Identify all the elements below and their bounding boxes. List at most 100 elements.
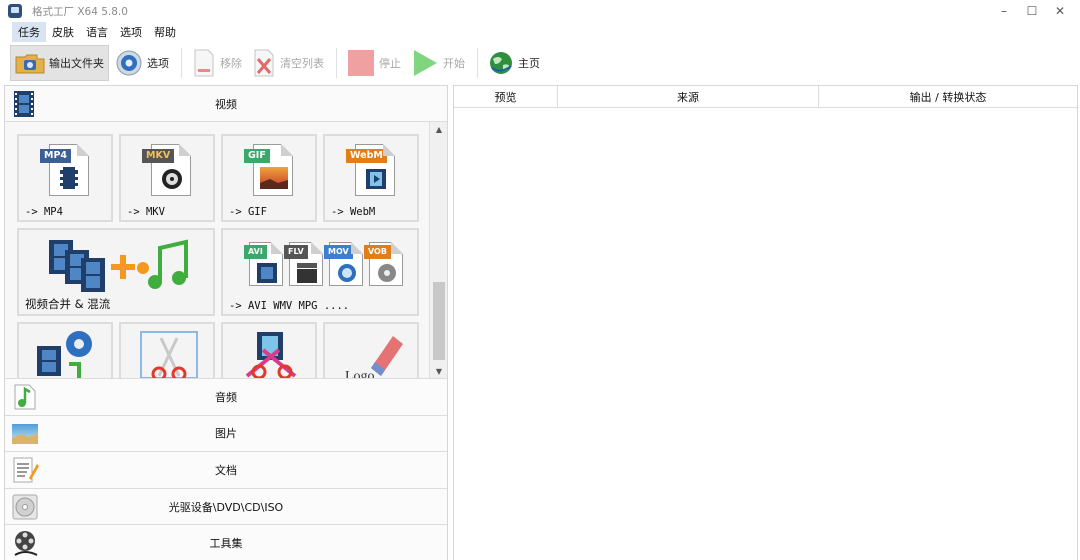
output-folder-label: 输出文件夹 <box>49 57 104 70</box>
extra-video-tool-tile[interactable] <box>119 322 215 378</box>
category-disc[interactable]: 光驱设备\DVD\CD\ISO <box>5 487 447 525</box>
options-button[interactable]: 选项 <box>111 45 173 81</box>
play-film-icon <box>366 169 386 189</box>
stop-button[interactable]: 停止 <box>343 45 405 81</box>
menu-language[interactable]: 语言 <box>80 22 114 42</box>
home-label: 主页 <box>518 57 540 70</box>
avi-file-icon: AVI <box>244 242 283 286</box>
category-image-label: 图片 <box>215 427 237 441</box>
disc-reel-icon <box>162 169 182 189</box>
video-merge-tile[interactable]: 视频合并 & 混流 <box>17 228 215 316</box>
start-button[interactable]: 开始 <box>407 45 469 81</box>
webm-file-icon: WebM <box>346 144 395 196</box>
minimize-button[interactable]: – <box>990 2 1018 20</box>
clear-list-label: 清空列表 <box>280 57 324 70</box>
category-audio-label: 音频 <box>215 390 237 404</box>
column-preview[interactable]: 预览 <box>454 86 558 107</box>
task-list-panel: 预览 来源 输出 / 转换状态 <box>453 85 1078 560</box>
output-folder-button[interactable]: 输出文件夹 <box>10 45 109 81</box>
category-list: 音频 图片 文档 光驱设备\DVD\CD\ISO 工具集 <box>5 378 447 560</box>
title-bar: 格式工厂 X64 5.8.0 – ☐ ✕ <box>0 0 1080 22</box>
mov-file-icon: MOV <box>324 242 363 286</box>
webm-tag: WebM <box>346 149 387 163</box>
tools-reel-icon <box>11 529 39 557</box>
document-icon <box>11 456 39 484</box>
convert-webm-tile[interactable]: WebM -> WebM <box>323 134 419 222</box>
scroll-down-arrow-icon[interactable]: ▼ <box>430 364 448 378</box>
task-table-header: 预览 来源 输出 / 转换状态 <box>454 86 1077 108</box>
category-video-label: 视频 <box>215 97 237 111</box>
column-output-status[interactable]: 输出 / 转换状态 <box>819 86 1077 107</box>
gear-icon <box>115 49 143 77</box>
menu-skin[interactable]: 皮肤 <box>46 22 80 42</box>
window-controls: – ☐ ✕ <box>990 2 1074 20</box>
category-image[interactable]: 图片 <box>5 414 447 452</box>
remove-button[interactable]: 移除 <box>188 45 246 81</box>
home-button[interactable]: 主页 <box>484 45 544 81</box>
flv-file-icon: FLV <box>284 242 323 286</box>
mkv-file-icon: MKV <box>142 144 191 196</box>
category-tools-label: 工具集 <box>209 537 243 551</box>
options-label: 选项 <box>147 57 169 70</box>
category-audio[interactable]: 音频 <box>5 378 447 415</box>
mp4-file-icon: MP4 <box>40 144 89 196</box>
convert-mp4-tile[interactable]: MP4 -> MP4 <box>17 134 113 222</box>
start-label: 开始 <box>443 57 465 70</box>
convert-webm-label: -> WebM <box>331 206 376 218</box>
category-document[interactable]: 文档 <box>5 451 447 488</box>
video-grid-scrollbar[interactable]: ▲ ▼ <box>429 122 447 378</box>
quicktime-icon <box>338 264 356 282</box>
film-icon <box>60 167 78 189</box>
stop-icon <box>347 49 375 77</box>
film-strip-icon <box>11 90 37 118</box>
menu-help[interactable]: 帮助 <box>148 22 182 42</box>
video-audio-icon <box>37 331 92 378</box>
convert-mp4-label: -> MP4 <box>25 206 63 218</box>
convert-multi-format-label: -> AVI WMV MPG .... <box>229 300 350 312</box>
maximize-button[interactable]: ☐ <box>1018 2 1046 20</box>
folder-icon <box>15 52 45 74</box>
clear-list-button[interactable]: 清空列表 <box>248 45 328 81</box>
column-source[interactable]: 来源 <box>558 86 819 107</box>
scrollbar-thumb[interactable] <box>433 282 445 360</box>
mp4-tag: MP4 <box>40 149 72 163</box>
extra-video-tool-tile[interactable] <box>221 322 317 378</box>
vob-tag: VOB <box>364 245 391 259</box>
avi-video-icon <box>257 263 277 283</box>
clapper-icon <box>297 263 317 283</box>
menu-options[interactable]: 选项 <box>114 22 148 42</box>
app-logo-icon <box>8 4 22 18</box>
toolbar: 输出文件夹 选项 移除 清空列表 停止 开始 主页 <box>0 44 1080 82</box>
toolbar-divider <box>477 48 478 78</box>
scroll-up-arrow-icon[interactable]: ▲ <box>430 122 448 136</box>
mkv-tag: MKV <box>142 149 175 163</box>
menu-task[interactable]: 任务 <box>12 22 46 42</box>
task-list-body[interactable] <box>454 108 1077 560</box>
toolbar-divider <box>336 48 337 78</box>
landscape-image-icon <box>11 420 39 448</box>
play-icon <box>411 49 439 77</box>
globe-icon <box>488 50 514 76</box>
clear-list-icon <box>252 49 276 77</box>
extra-video-tool-tile[interactable] <box>17 322 113 378</box>
convert-mkv-label: -> MKV <box>127 206 165 218</box>
category-tools[interactable]: 工具集 <box>5 524 447 560</box>
sunset-image-icon <box>260 167 288 189</box>
convert-gif-tile[interactable]: GIF -> GIF <box>221 134 317 222</box>
toolbar-divider <box>181 48 182 78</box>
vob-file-icon: VOB <box>364 242 403 286</box>
category-video[interactable]: 视频 <box>5 86 447 122</box>
video-tool-grid: MP4 -> MP4 MKV -> MKV GIF -> GIF WebM ->… <box>5 122 429 378</box>
mov-tag: MOV <box>324 245 353 259</box>
category-document-label: 文档 <box>215 463 237 477</box>
flv-tag: FLV <box>284 245 308 259</box>
reel-icon <box>378 264 396 282</box>
avi-tag: AVI <box>244 245 267 259</box>
category-panel: 视频 MP4 -> MP4 MKV -> MKV GIF -> GIF WebM… <box>4 85 448 560</box>
stop-label: 停止 <box>379 57 401 70</box>
convert-multi-format-tile[interactable]: AVI FLV MOV VOB -> AVI WMV MPG .... <box>221 228 419 316</box>
video-merge-label: 视频合并 & 混流 <box>25 297 111 311</box>
close-button[interactable]: ✕ <box>1046 2 1074 20</box>
convert-mkv-tile[interactable]: MKV -> MKV <box>119 134 215 222</box>
extra-video-tool-tile[interactable]: Logo <box>323 322 419 378</box>
